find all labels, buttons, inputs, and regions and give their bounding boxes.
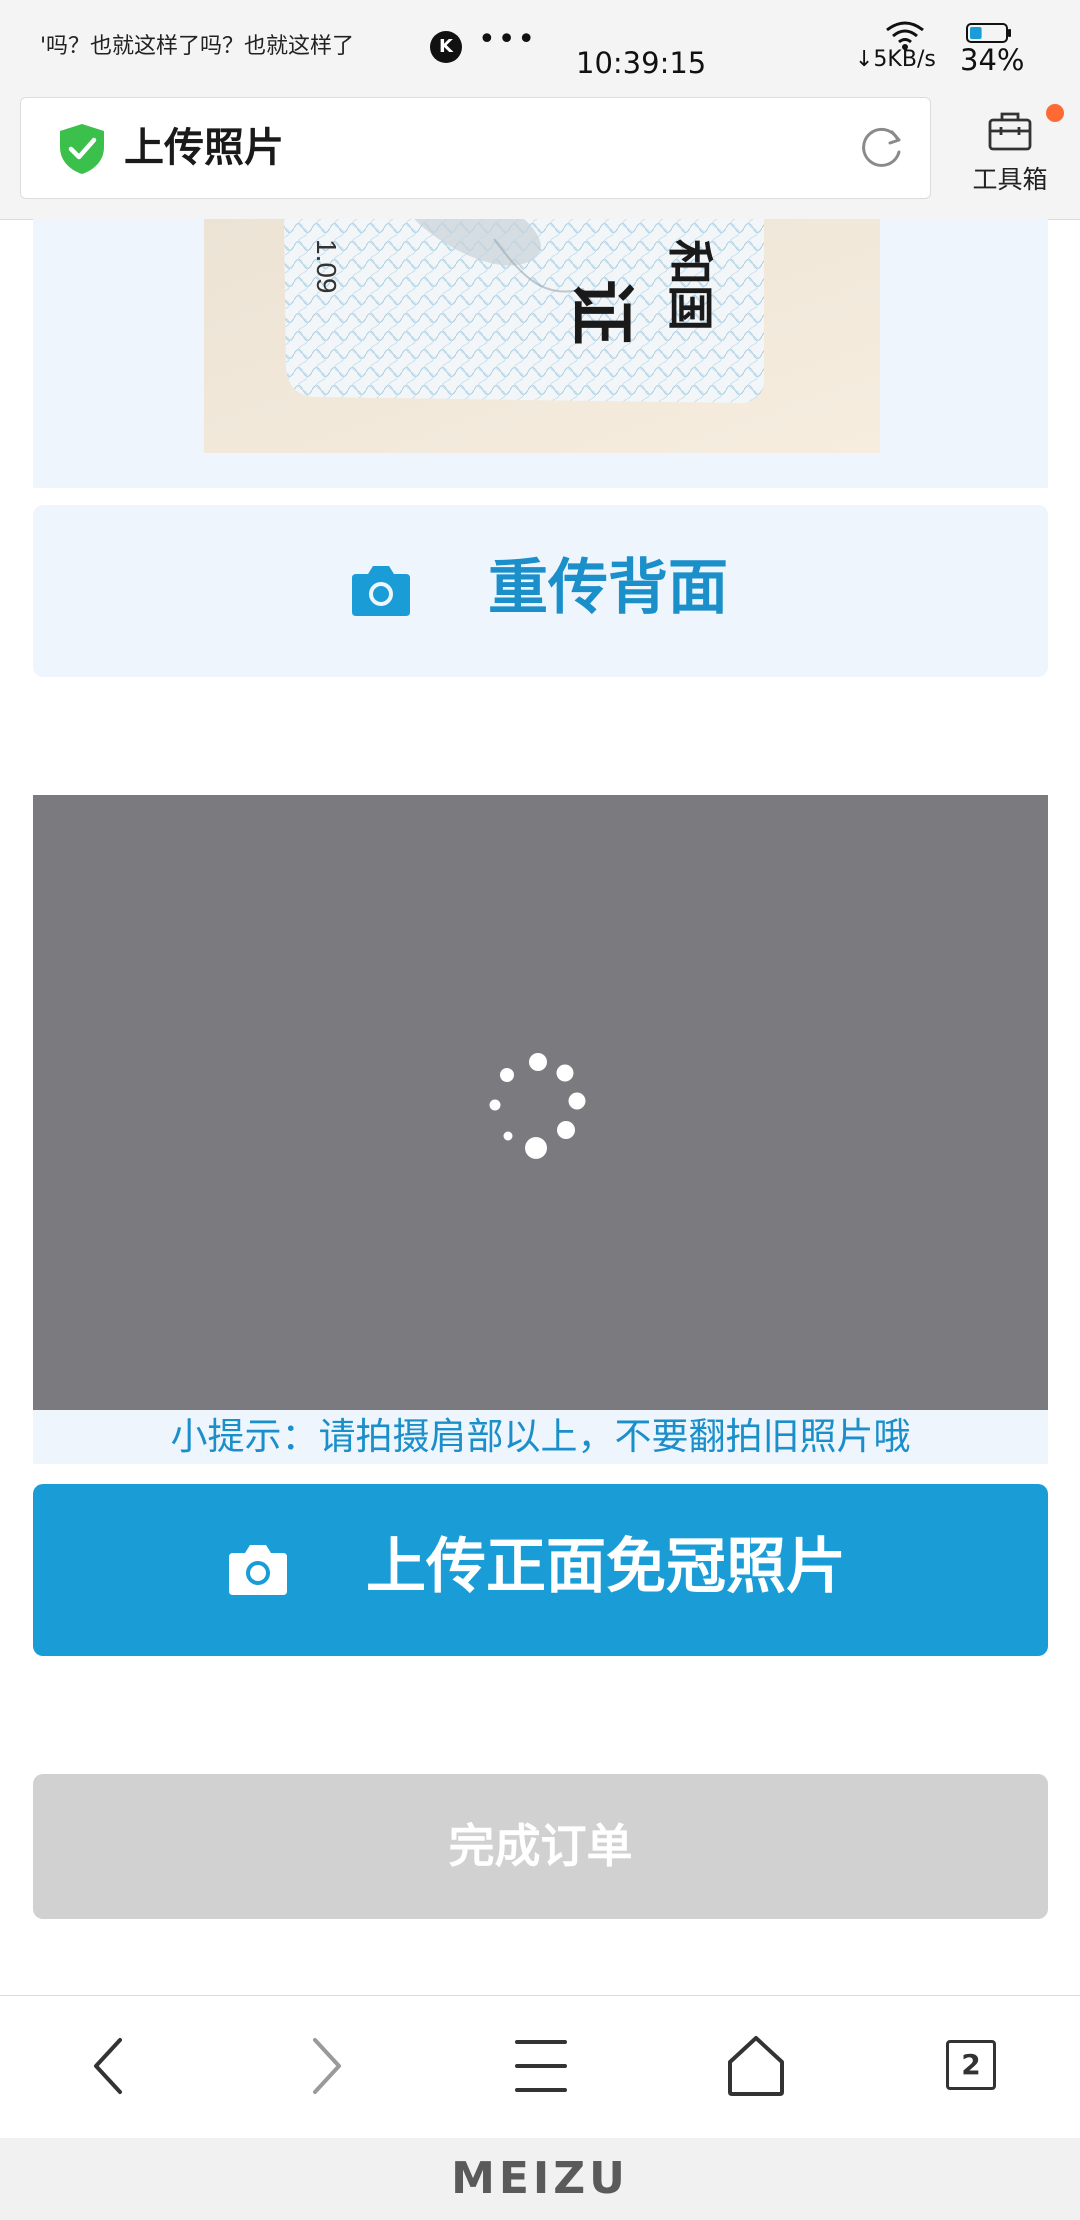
camera-icon [352, 566, 410, 616]
network-speed: ↓5KB/s [855, 47, 936, 72]
menu-icon[interactable] [501, 2026, 581, 2106]
notification-badge [1046, 104, 1064, 122]
k-app-icon: K [430, 31, 462, 63]
id-card-digits: 1.09 [311, 239, 342, 294]
id-card-text-2: 证 [564, 279, 637, 345]
camera-icon [229, 1545, 287, 1595]
toolbox-label: 工具箱 [972, 165, 1048, 194]
clock: 10:39:15 [576, 46, 707, 80]
complete-order-label: 完成订单 [448, 1819, 633, 1873]
refresh-icon[interactable] [856, 122, 906, 172]
reupload-back-label: 重传背面 [488, 553, 728, 623]
loading-spinner-icon [489, 1053, 586, 1159]
k-app-icon-letter: K [439, 36, 453, 57]
forward-arrow-icon[interactable] [285, 2026, 365, 2106]
meizu-logo: MEIZU [451, 2153, 629, 2204]
shield-check-icon [60, 124, 104, 174]
tabs-button[interactable]: 2 [946, 2040, 996, 2090]
tip-text: 小提示：请拍摄肩部以上，不要翻拍旧照片哦 [170, 1415, 911, 1458]
more-notifications-icon: ••• [478, 22, 538, 57]
notification-text: '吗？也就这样了吗？也就这样了 [40, 34, 355, 59]
home-icon[interactable] [716, 2026, 796, 2106]
back-arrow-icon[interactable] [68, 2026, 148, 2106]
page-title: 上传照片 [124, 125, 284, 171]
battery-icon [966, 23, 1011, 43]
id-card-back-photo: 和国 证 1.09 [204, 219, 880, 453]
id-card-image: 和国 证 1.09 [204, 219, 880, 453]
toolbox-icon [988, 112, 1032, 151]
id-card-text-1: 和国 [664, 239, 715, 331]
battery-percent: 34% [960, 43, 1025, 77]
upload-front-photo-label: 上传正面免冠照片 [366, 1532, 846, 1602]
